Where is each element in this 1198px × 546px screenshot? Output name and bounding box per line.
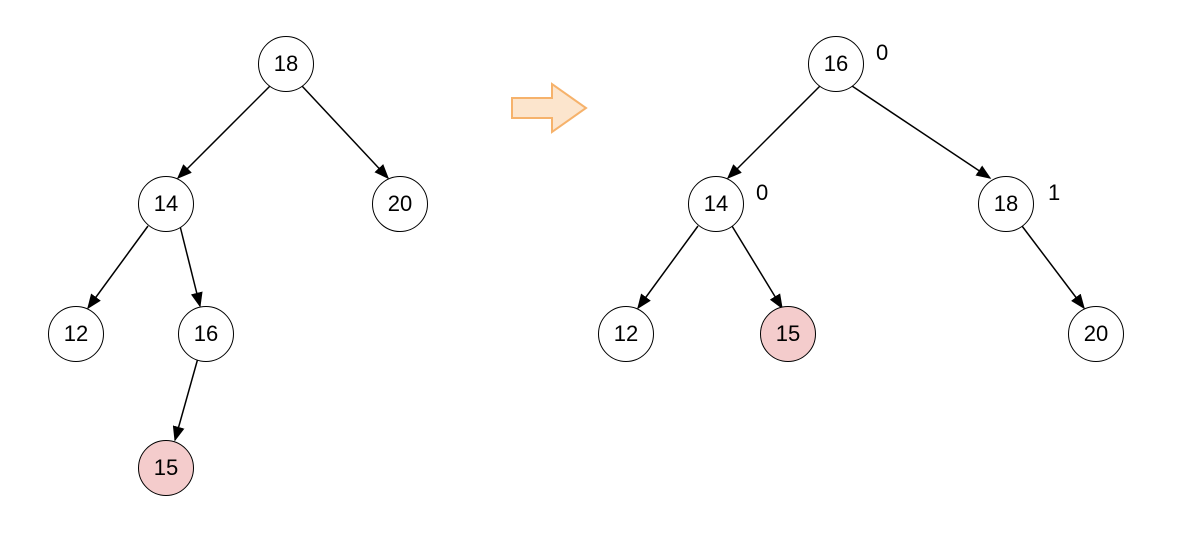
right-root-node: 16 — [808, 36, 864, 92]
node-value: 12 — [64, 321, 88, 347]
node-value: 15 — [776, 321, 800, 347]
right-node-14: 14 — [688, 176, 744, 232]
node-value: 18 — [274, 51, 298, 77]
right-node-20: 20 — [1068, 306, 1124, 362]
node-value: 15 — [154, 455, 178, 481]
node-value: 20 — [1084, 321, 1108, 347]
node-value: 12 — [614, 321, 638, 347]
right-node-18: 18 — [978, 176, 1034, 232]
diagram-container: 18 14 20 12 16 15 16 0 14 0 18 1 12 15 2… — [0, 0, 1198, 546]
left-node-20: 20 — [372, 176, 428, 232]
left-node-15-inserted: 15 — [138, 440, 194, 496]
right-node-12: 12 — [598, 306, 654, 362]
balance-factor-label: 0 — [876, 40, 888, 66]
node-value: 14 — [704, 191, 728, 217]
node-value: 20 — [388, 191, 412, 217]
balance-factor-label: 1 — [1048, 180, 1060, 206]
node-value: 16 — [824, 51, 848, 77]
node-value: 18 — [994, 191, 1018, 217]
node-value: 14 — [154, 191, 178, 217]
left-node-16: 16 — [178, 306, 234, 362]
left-root-node: 18 — [258, 36, 314, 92]
balance-factor-label: 0 — [756, 180, 768, 206]
transition-arrow-icon — [510, 80, 590, 136]
right-node-15-highlighted: 15 — [760, 306, 816, 362]
left-node-12: 12 — [48, 306, 104, 362]
node-value: 16 — [194, 321, 218, 347]
left-node-14: 14 — [138, 176, 194, 232]
